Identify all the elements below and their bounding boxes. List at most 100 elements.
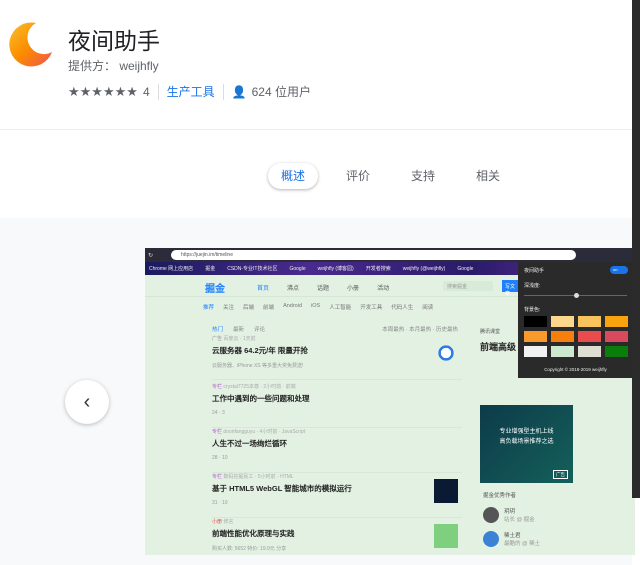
subnav-item: 关注: [223, 305, 235, 311]
page-scrollbar[interactable]: [632, 0, 640, 498]
authors-title: 掘金优秀作者: [483, 493, 517, 499]
screenshot-image: ↻ https://juejin.im/timeline Chrome 网上应用…: [145, 248, 635, 555]
item-sub: 31 · 10: [212, 500, 228, 506]
tab-overview[interactable]: 概述: [268, 163, 318, 189]
nav-item: 活动: [377, 286, 390, 292]
category-link[interactable]: 生产工具: [167, 83, 215, 100]
depth-label: 深浅度:: [524, 283, 541, 289]
feed-item: 广告 百度云 · 1天前 云服务器 64.2元/年 限量开抢 云服务器、iPho…: [212, 335, 462, 380]
bookmark: 开发者搜索: [365, 266, 391, 272]
color-swatch: [551, 316, 574, 327]
baidu-cloud-logo: [434, 341, 458, 365]
subnav-item: 前端: [263, 305, 275, 311]
color-swatches: [524, 316, 628, 357]
item-tag: 专栏: [212, 429, 223, 435]
user-count: 624 位用户: [251, 85, 311, 99]
avatar: [483, 507, 499, 523]
feed-item: 专栏 doonfangguyu · 4小时前 · JavaScript 人生不过…: [212, 428, 462, 473]
bookmark: Google: [289, 265, 306, 272]
browser-toolbar: ↻ https://juejin.im/timeline: [145, 248, 635, 262]
extension-title: 夜间助手: [68, 28, 160, 54]
subnav-item: 人工智能: [329, 305, 352, 311]
color-swatch: [578, 346, 601, 357]
previous-screenshot-button[interactable]: ‹: [65, 380, 109, 424]
feed-item: 专栏 crystal7725本尊 · 2小时前 · 前端 工作中遇到的一些问题和…: [212, 383, 462, 428]
item-meta: 百度云 · 1天前: [223, 336, 256, 342]
item-sub: 购买人数: 5652 特价: 19.9元 分享: [212, 546, 287, 552]
item-tag: 小册: [212, 519, 223, 525]
extension-header: 夜间助手 提供方： weijhfly ★★★★★★ 4 生产工具 👤 624 位…: [0, 0, 632, 130]
bookmark: weijhfly (@weijhfly): [402, 265, 446, 272]
feed-tab: 热门: [212, 327, 224, 333]
item-tag: 专栏: [212, 384, 223, 390]
avatar: [483, 531, 499, 547]
feed-tab: 最新: [233, 327, 245, 333]
nav-item: 小册: [347, 286, 360, 292]
tab-support[interactable]: 支持: [402, 163, 444, 189]
provider: 提供方： weijhfly: [68, 59, 159, 73]
author-desc: 站长 @ 掘金: [504, 517, 535, 523]
tab-related[interactable]: 相关: [467, 163, 509, 189]
reload-icon: ↻: [148, 252, 154, 259]
tab-bar: 概述 评价 支持 相关: [0, 155, 632, 215]
site-logo: 掘金: [205, 284, 225, 295]
subnav-item: 代码人生: [391, 305, 414, 311]
extension-popup: 夜间助手 on 深浅度: 背景色: Copyright © 2018-2019 …: [518, 262, 633, 378]
site-subnav: 推荐 关注 后端 前端 Android iOS 人工智能 开发工具 代码人生 阅…: [203, 303, 433, 311]
item-meta: doonfangguyu · 4小时前 · JavaScript: [223, 429, 306, 435]
color-swatch: [524, 346, 547, 357]
rating-stars[interactable]: ★★★★★★: [68, 84, 138, 100]
meta-row: ★★★★★★ 4 生产工具 👤 624 位用户: [68, 83, 311, 100]
item-tag: 专栏: [212, 474, 223, 480]
item-tag: 广告: [212, 336, 223, 342]
bookmark: Google: [457, 265, 474, 272]
ad-text: 专业增强型主机上线 高负载场景推荐之选: [499, 429, 554, 445]
subnav-item: 阅读: [422, 305, 434, 311]
toggle: on: [610, 266, 628, 274]
nav-item: 沸点: [287, 286, 300, 292]
bookmark: CSDN-专业IT技术社区: [227, 266, 278, 272]
site-search: 搜索掘金: [443, 281, 493, 291]
item-title: 人生不过一场绚烂循环: [212, 439, 287, 448]
feed-item: 小册 修言 前端性能优化原理与实践 购买人数: 5652 特价: 19.9元 分…: [212, 518, 462, 555]
divider: [222, 83, 224, 100]
color-swatch: [524, 316, 547, 327]
nav-item: 话题: [317, 286, 330, 292]
color-swatch: [605, 346, 628, 357]
item-title: 前端性能优化原理与实践: [212, 529, 295, 538]
bg-label: 背景色:: [524, 307, 541, 313]
item-sub: 云服务器、iPhone XS 等多重大奖免费送!: [212, 363, 304, 369]
subnav-item: 后端: [243, 305, 255, 311]
subnav-item: Android: [283, 303, 303, 309]
subnav-item: 开发工具: [360, 305, 383, 311]
bookmark: weijhfly (博客园): [317, 266, 354, 272]
author-desc: 最酷的 @ 稀土: [504, 541, 541, 547]
slider-knob: [573, 293, 579, 298]
authors-panel: 掘金优秀作者 玥玥 站长 @ 掘金 稀土君 最酷的 @ 稀土: [483, 491, 540, 547]
author-name: 玥玥: [504, 509, 516, 515]
user-icon: 👤: [231, 84, 247, 99]
color-swatch: [524, 331, 547, 342]
item-sub: 24 · 3: [212, 410, 225, 416]
subnav-item: 推荐: [203, 305, 215, 311]
color-swatch: [605, 316, 628, 327]
color-swatch: [605, 331, 628, 342]
color-swatch: [551, 331, 574, 342]
tab-reviews[interactable]: 评价: [337, 163, 379, 189]
rating-count[interactable]: 4: [143, 85, 150, 99]
feed-ranks: 本周最热 · 本月最热 · 历史最热: [382, 327, 458, 333]
color-swatch: [578, 331, 601, 342]
site-nav: 首页 沸点 话题 小册 活动: [257, 283, 389, 292]
item-title: 云服务器 64.2元/年 限量开抢: [212, 346, 308, 355]
divider: [157, 83, 159, 100]
feed-item: 专栏 数码挖掘民工 · 5小时前 · HTML 基于 HTML5 WebGL 智…: [212, 473, 462, 518]
sidebar-ad: 专业增强型主机上线 高负载场景推荐之选 广告: [480, 405, 573, 483]
moon-logo-icon: [9, 22, 53, 67]
bookmark: Chrome 网上应用店: [149, 266, 194, 272]
item-meta: 修言: [223, 519, 234, 525]
chevron-left-icon: ‹: [83, 390, 91, 413]
ad-label: 广告: [553, 470, 568, 479]
copyright: Copyright © 2018-2019 weijhfly: [544, 367, 607, 372]
feed-tabs: 热门 最新 评论 本周最热 · 本月最热 · 历史最热: [200, 323, 470, 335]
item-meta: 数码挖掘民工 · 5小时前 · HTML: [223, 474, 294, 480]
